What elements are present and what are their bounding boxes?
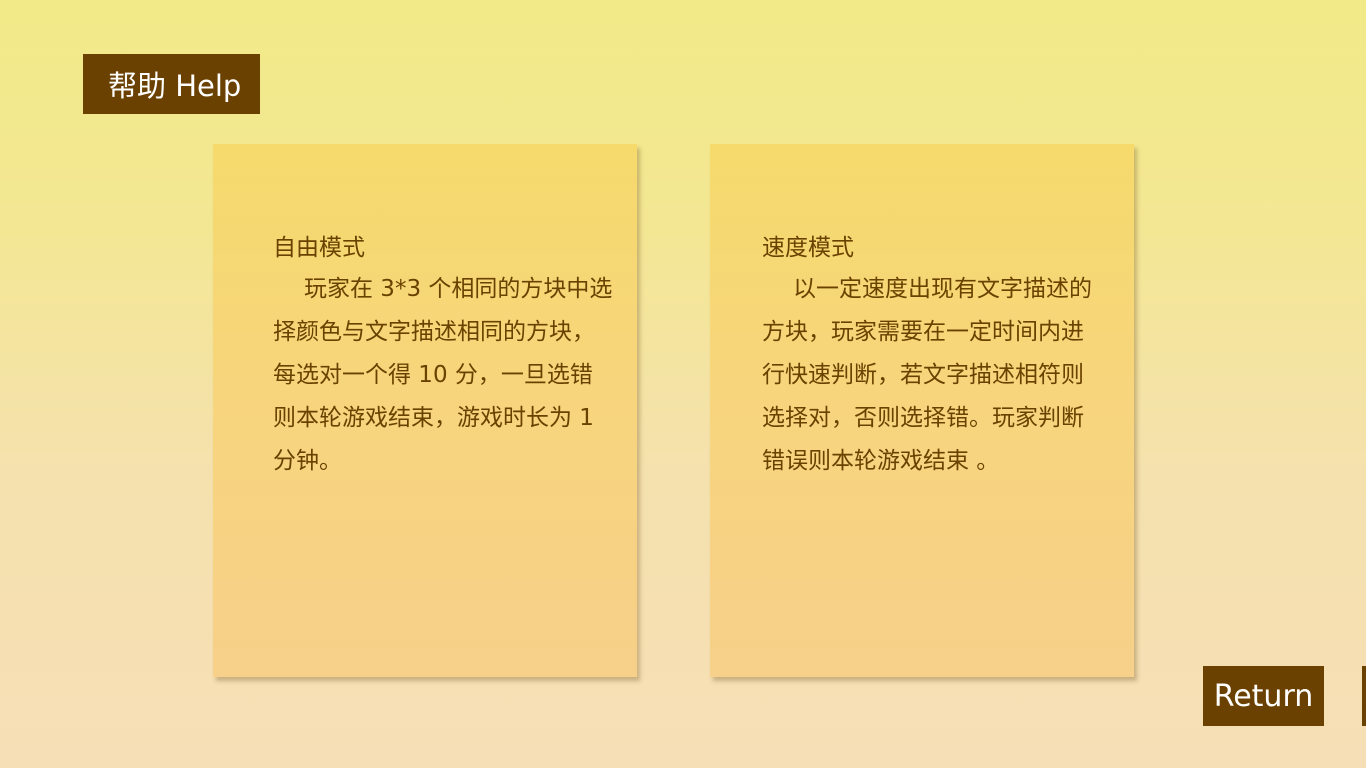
offscreen-button-edge[interactable] [1362,666,1366,726]
speed-mode-description: 以一定速度出现有文字描述的方块，玩家需要在一定时间内进行快速判断，若文字描述相符… [762,276,1092,474]
return-button[interactable]: Return [1203,666,1324,726]
speed-mode-heading: 速度模式 [762,235,854,261]
speed-mode-card: 速度模式 以一定速度出现有文字描述的方块，玩家需要在一定时间内进行快速判断，若文… [710,144,1134,677]
free-mode-heading: 自由模式 [273,235,365,261]
free-mode-card: 自由模式 玩家在 3*3 个相同的方块中选择颜色与文字描述相同的方块，每选对一个… [213,144,637,677]
page-title: 帮助 Help [83,54,260,114]
free-mode-description: 玩家在 3*3 个相同的方块中选择颜色与文字描述相同的方块，每选对一个得 10 … [273,276,613,474]
